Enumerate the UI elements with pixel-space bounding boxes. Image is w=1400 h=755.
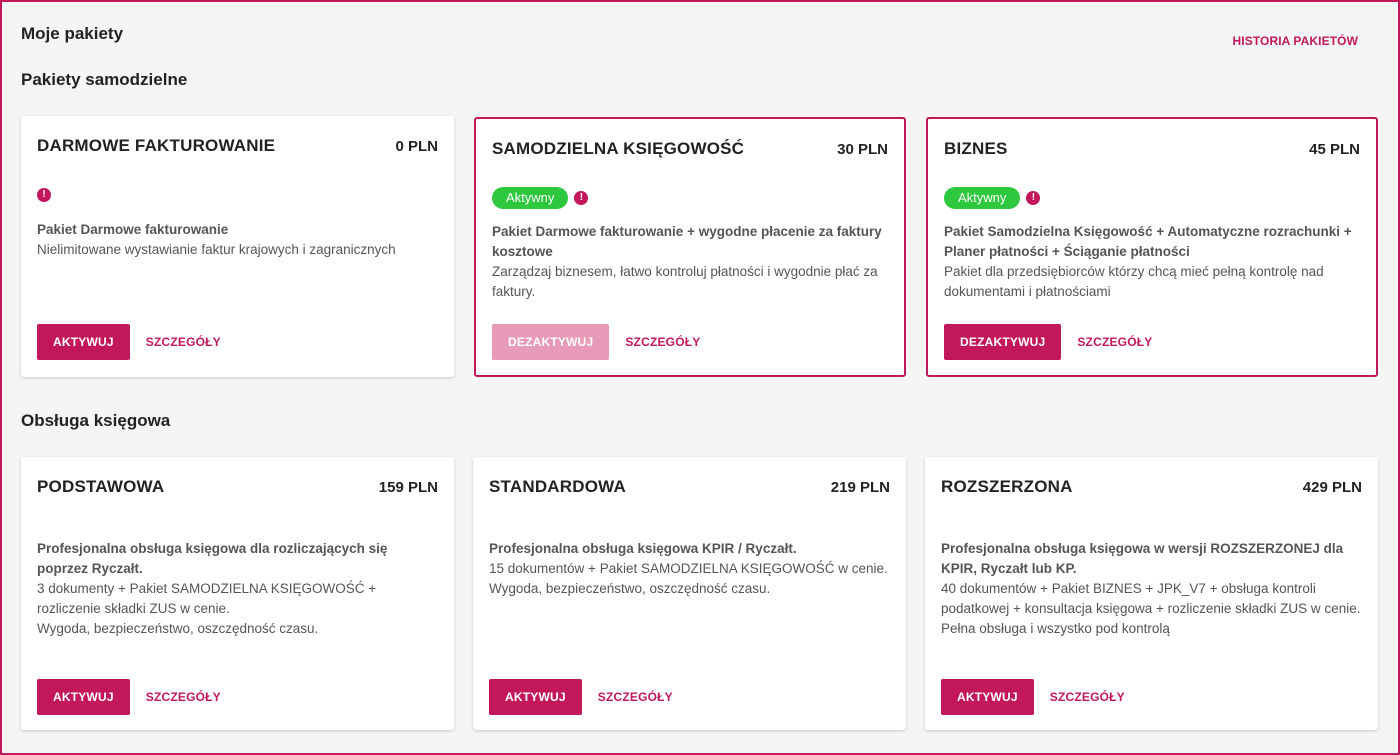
activate-button[interactable]: AKTYWUJ [37,679,130,715]
details-link[interactable]: SZCZEGÓŁY [1077,335,1152,349]
details-link[interactable]: SZCZEGÓŁY [146,335,221,349]
package-card-darmowe: DARMOWE FAKTUROWANIE 0 PLN ! Pakiet Darm… [21,116,454,377]
card-actions: AKTYWUJ SZCZEGÓŁY [941,679,1125,715]
details-link[interactable]: SZCZEGÓŁY [625,335,700,349]
page-title: Moje pakiety [21,24,124,43]
package-summary: Profesjonalna obsługa księgowa dla rozli… [37,541,388,576]
exclamation-circle-icon[interactable]: ! [574,191,589,205]
package-price: 0 PLN [395,138,438,155]
package-name: PODSTAWOWA [37,477,165,496]
status-row: Aktywny ! [492,187,589,209]
deactivate-button[interactable]: DEZAKTYWUJ [492,324,610,360]
package-summary: Profesjonalna obsługa księgowa w wersji … [941,541,1344,576]
package-name: BIZNES [944,139,1008,158]
exclamation-circle-icon[interactable]: ! [1026,191,1041,205]
package-price: 45 PLN [1309,141,1360,158]
package-description: Pakiet Darmowe fakturowanie + wygodne pł… [492,222,888,302]
package-price: 30 PLN [837,141,888,158]
active-badge: Aktywny [944,187,1021,209]
package-name: STANDARDOWA [489,477,626,496]
package-name: DARMOWE FAKTUROWANIE [37,136,276,155]
package-card-biznes: BIZNES 45 PLN Aktywny ! Pakiet Samodziel… [926,117,1378,377]
card-actions: AKTYWUJ SZCZEGÓŁY [489,679,673,715]
card-actions: AKTYWUJ SZCZEGÓŁY [37,324,221,360]
section-title-accounting: Obsługa księgowa [21,411,171,430]
card-actions: AKTYWUJ SZCZEGÓŁY [37,679,221,715]
package-name: SAMODZIELNA KSIĘGOWOŚĆ [492,139,745,158]
exclamation-circle-icon[interactable]: ! [37,188,51,202]
activate-button[interactable]: AKTYWUJ [37,324,130,360]
package-card-standardowa: STANDARDOWA 219 PLN Profesjonalna obsług… [473,457,906,730]
details-link[interactable]: SZCZEGÓŁY [146,690,221,704]
app-frame: Moje pakiety HISTORIA PAKIETÓW Pakiety s… [0,0,1400,755]
details-link[interactable]: SZCZEGÓŁY [1050,690,1125,704]
card-actions: DEZAKTYWUJ SZCZEGÓŁY [944,324,1152,360]
package-summary: Pakiet Samodzielna Księgowość + Automaty… [944,224,1352,259]
package-card-samodzielna: SAMODZIELNA KSIĘGOWOŚĆ 30 PLN Aktywny ! … [474,117,906,377]
package-summary: Pakiet Darmowe fakturowanie + wygodne pł… [492,224,882,259]
package-price: 219 PLN [830,479,890,496]
package-details: Pakiet dla przedsiębiorców którzy chcą m… [944,264,1324,299]
package-card-podstawowa: PODSTAWOWA 159 PLN Profesjonalna obsługa… [21,457,454,730]
status-row: Aktywny ! [944,187,1041,209]
package-tagline: Wygoda, bezpieczeństwo, oszczędność czas… [37,621,319,636]
package-summary: Pakiet Darmowe fakturowanie [37,222,229,237]
package-details: 3 dokumenty + Pakiet SAMODZIELNA KSIĘGOW… [37,581,377,616]
section-title-standalone: Pakiety samodzielne [21,70,188,89]
package-description: Profesjonalna obsługa księgowa KPIR / Ry… [489,539,890,599]
package-tagline: Pełna obsługa i wszystko pod kontrolą [941,621,1170,636]
active-badge: Aktywny [492,187,569,209]
package-description: Profesjonalna obsługa księgowa w wersji … [941,539,1362,639]
package-name: ROZSZERZONA [941,477,1073,496]
package-details: Nielimitowane wystawianie faktur krajowy… [37,242,396,257]
activate-button[interactable]: AKTYWUJ [489,679,582,715]
package-details: 15 dokumentów + Pakiet SAMODZIELNA KSIĘG… [489,561,888,576]
package-details: 40 dokumentów + Pakiet BIZNES + JPK_V7 +… [941,581,1361,616]
package-summary: Profesjonalna obsługa księgowa KPIR / Ry… [489,541,797,556]
details-link[interactable]: SZCZEGÓŁY [598,690,673,704]
package-price: 159 PLN [378,479,438,496]
card-actions: DEZAKTYWUJ SZCZEGÓŁY [492,324,700,360]
package-description: Profesjonalna obsługa księgowa dla rozli… [37,539,438,639]
status-row: ! [37,184,51,206]
package-price: 429 PLN [1302,479,1362,496]
package-tagline: Wygoda, bezpieczeństwo, oszczędność czas… [489,581,771,596]
activate-button[interactable]: AKTYWUJ [941,679,1034,715]
package-description: Pakiet Samodzielna Księgowość + Automaty… [944,222,1360,302]
deactivate-button[interactable]: DEZAKTYWUJ [944,324,1062,360]
package-details: Zarządzaj biznesem, łatwo kontroluj płat… [492,264,878,299]
package-description: Pakiet Darmowe fakturowanie Nielimitowan… [37,220,438,260]
package-card-rozszerzona: ROZSZERZONA 429 PLN Profesjonalna obsług… [925,457,1378,730]
history-link[interactable]: HISTORIA PAKIETÓW [1233,34,1358,48]
